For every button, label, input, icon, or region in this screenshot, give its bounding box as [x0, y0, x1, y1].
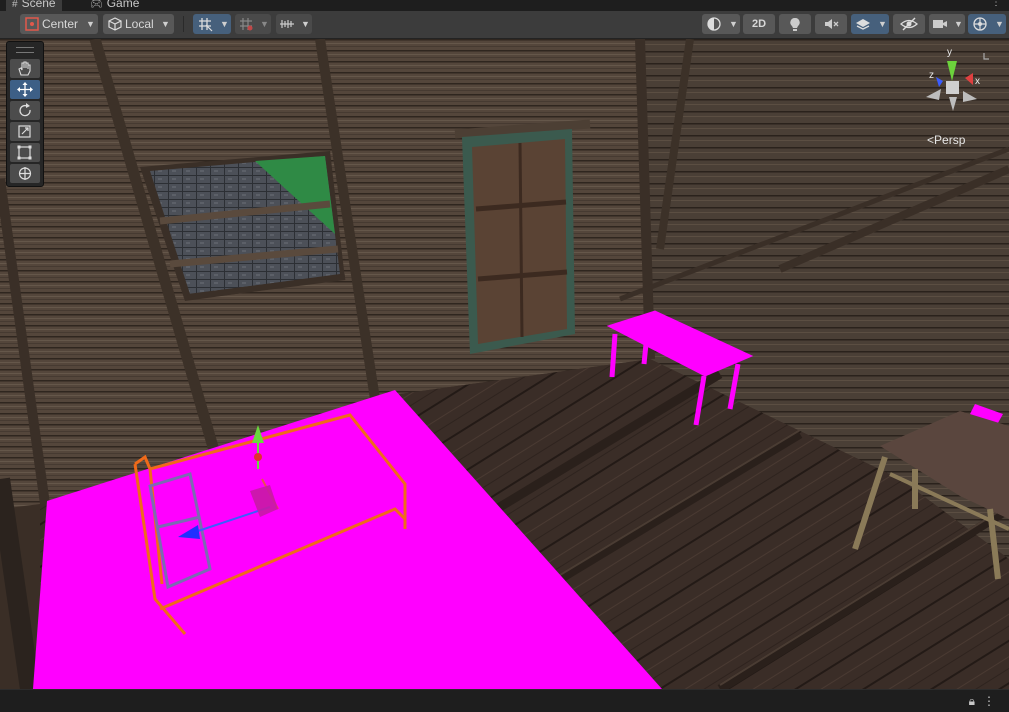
transform-icon: [18, 167, 32, 180]
lighting-toggle[interactable]: [779, 14, 811, 34]
gizmo-center-cube[interactable]: [946, 81, 959, 94]
2d-toggle[interactable]: 2D: [743, 14, 775, 34]
orientation-gizmo[interactable]: y z x: [917, 45, 989, 115]
door[interactable]: [454, 119, 591, 354]
gamepad-icon: 🎮︎: [90, 0, 103, 10]
rect-tool-button[interactable]: [10, 143, 40, 162]
increment-snap-toggle[interactable]: ▼: [276, 14, 312, 34]
tab-scene[interactable]: # Scene: [6, 0, 62, 11]
grid-visibility-toggle[interactable]: ▼: [193, 14, 231, 34]
chevron-down-icon: ▼: [260, 19, 269, 29]
status-bar: 🔒︎⋮: [0, 689, 1009, 712]
scene-render[interactable]: [0, 39, 1009, 689]
drag-handle[interactable]: [16, 47, 34, 53]
hand-tool-button[interactable]: [10, 59, 40, 78]
rect-icon: [17, 145, 32, 160]
gizmo-y-cone[interactable]: [947, 61, 957, 81]
chevron-down-icon: ▼: [220, 19, 229, 29]
pivot-center-icon: [25, 17, 39, 31]
transform-tool-button[interactable]: [10, 164, 40, 183]
effects-dropdown[interactable]: ▼: [851, 14, 889, 34]
audio-toggle[interactable]: [815, 14, 847, 34]
scale-icon: [18, 125, 31, 138]
pivot-mode-dropdown[interactable]: Center ▼: [20, 14, 98, 34]
eye-slash-icon: [900, 17, 918, 31]
arrow-left-icon: <: [927, 133, 935, 147]
gizmo-z-label: z: [929, 70, 934, 81]
shading-sphere-icon: [707, 17, 721, 31]
draw-mode-dropdown[interactable]: ▼: [702, 14, 740, 34]
kebab-menu-icon[interactable]: ⋮: [983, 694, 1003, 708]
cube-icon: [108, 17, 122, 31]
camera-icon: [933, 20, 947, 28]
layers-icon: [856, 19, 870, 30]
chevron-down-icon: ▼: [86, 19, 95, 29]
gizmo-y-label: y: [947, 47, 952, 58]
gizmo-globe-icon: [973, 17, 987, 31]
tab-bar: # Scene 🎮︎ Game ⋮: [0, 0, 1009, 11]
tab-game[interactable]: 🎮︎ Game: [84, 0, 145, 11]
chevron-down-icon: ▼: [995, 19, 1004, 29]
camera-dropdown[interactable]: ▼: [929, 14, 965, 34]
projection-toggle[interactable]: <Persp: [927, 133, 965, 147]
gizmo-x-cone[interactable]: [965, 73, 973, 85]
chevron-down-icon: ▼: [878, 19, 887, 29]
snap-toggle[interactable]: ▼: [235, 14, 271, 34]
toolbar-divider: [183, 16, 184, 32]
ruler-icon: [280, 20, 294, 28]
chevron-down-icon: ▼: [729, 19, 738, 29]
rotate-tool-button[interactable]: [10, 101, 40, 120]
grid-icon: [199, 18, 213, 32]
audio-mute-icon: [825, 19, 839, 29]
scale-tool-button[interactable]: [10, 122, 40, 141]
tools-overlay: [6, 41, 44, 187]
chevron-down-icon: ▼: [161, 19, 170, 29]
pivot-rotation-dropdown[interactable]: Local ▼: [103, 14, 174, 34]
gizmo-x-label: x: [975, 76, 980, 87]
scene-visibility-toggle[interactable]: [893, 14, 925, 34]
kebab-menu-icon[interactable]: ⋮: [991, 0, 1001, 8]
hash-icon: #: [12, 0, 18, 10]
rotate-icon: [19, 103, 31, 117]
lock-icon[interactable]: [983, 53, 989, 60]
chevron-down-icon: ▼: [954, 19, 963, 29]
scene-viewport[interactable]: y z x <Persp: [0, 39, 1009, 689]
lightbulb-icon: [790, 17, 800, 31]
gizmos-dropdown[interactable]: ▼: [968, 14, 1006, 34]
hand-icon: [18, 61, 31, 76]
gizmo-z-cone[interactable]: [936, 77, 943, 87]
move-icon: [17, 82, 33, 97]
move-tool-button[interactable]: [10, 80, 40, 99]
snap-grid-icon: [240, 18, 253, 31]
lock-icon[interactable]: 🔒︎: [969, 694, 983, 708]
scene-toolbar: Center ▼ Local ▼ ▼ ▼ ▼ ▼ 2D ▼ ▼ ▼: [0, 11, 1009, 39]
chevron-down-icon: ▼: [301, 19, 310, 29]
